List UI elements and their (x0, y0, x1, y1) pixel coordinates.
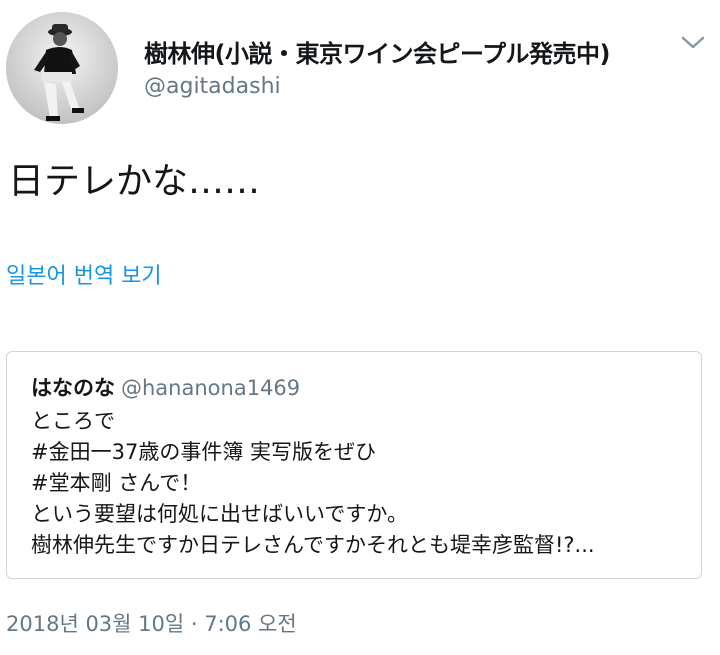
avatar[interactable] (6, 12, 118, 124)
quoted-tweet-text: ところで #金田一37歳の事件簿 実写版をぜひ #堂本剛 さんで！ という要望は… (31, 406, 691, 561)
quoted-tweet-line: という要望は何処に出せばいいですか。 (31, 502, 408, 526)
tweet-text: 日テレかな…… (8, 161, 261, 202)
quoted-tweet-line: ところで (31, 409, 115, 433)
quoted-tweet-header: はなのな @hananona1469 (31, 372, 300, 402)
quoted-author-handle: @hananona1469 (121, 376, 301, 400)
translate-tweet-link[interactable]: 일본어 번역 보기 (6, 258, 162, 290)
tweet-timestamp[interactable]: 2018년 03월 10일 · 7:06 오전 (6, 608, 297, 638)
author-display-name[interactable]: 樹林伸(小説・東京ワイン会ピープル発売中) (144, 34, 611, 69)
quoted-tweet-line: #金田一37歳の事件簿 実写版をぜひ (31, 440, 376, 464)
quoted-tweet-card[interactable]: はなのな @hananona1469 ところで #金田一37歳の事件簿 実写版をぜ… (6, 351, 702, 579)
quoted-tweet-line: #堂本剛 さんで！ (31, 471, 202, 495)
author-handle[interactable]: @agitadashi (144, 74, 281, 99)
chevron-down-icon[interactable] (680, 34, 706, 52)
avatar-image (6, 12, 118, 124)
quoted-tweet-line: 樹林伸先生ですか日テレさんですかそれとも堤幸彦監督!?... (31, 533, 595, 557)
quoted-author-name: はなのな (31, 376, 115, 400)
